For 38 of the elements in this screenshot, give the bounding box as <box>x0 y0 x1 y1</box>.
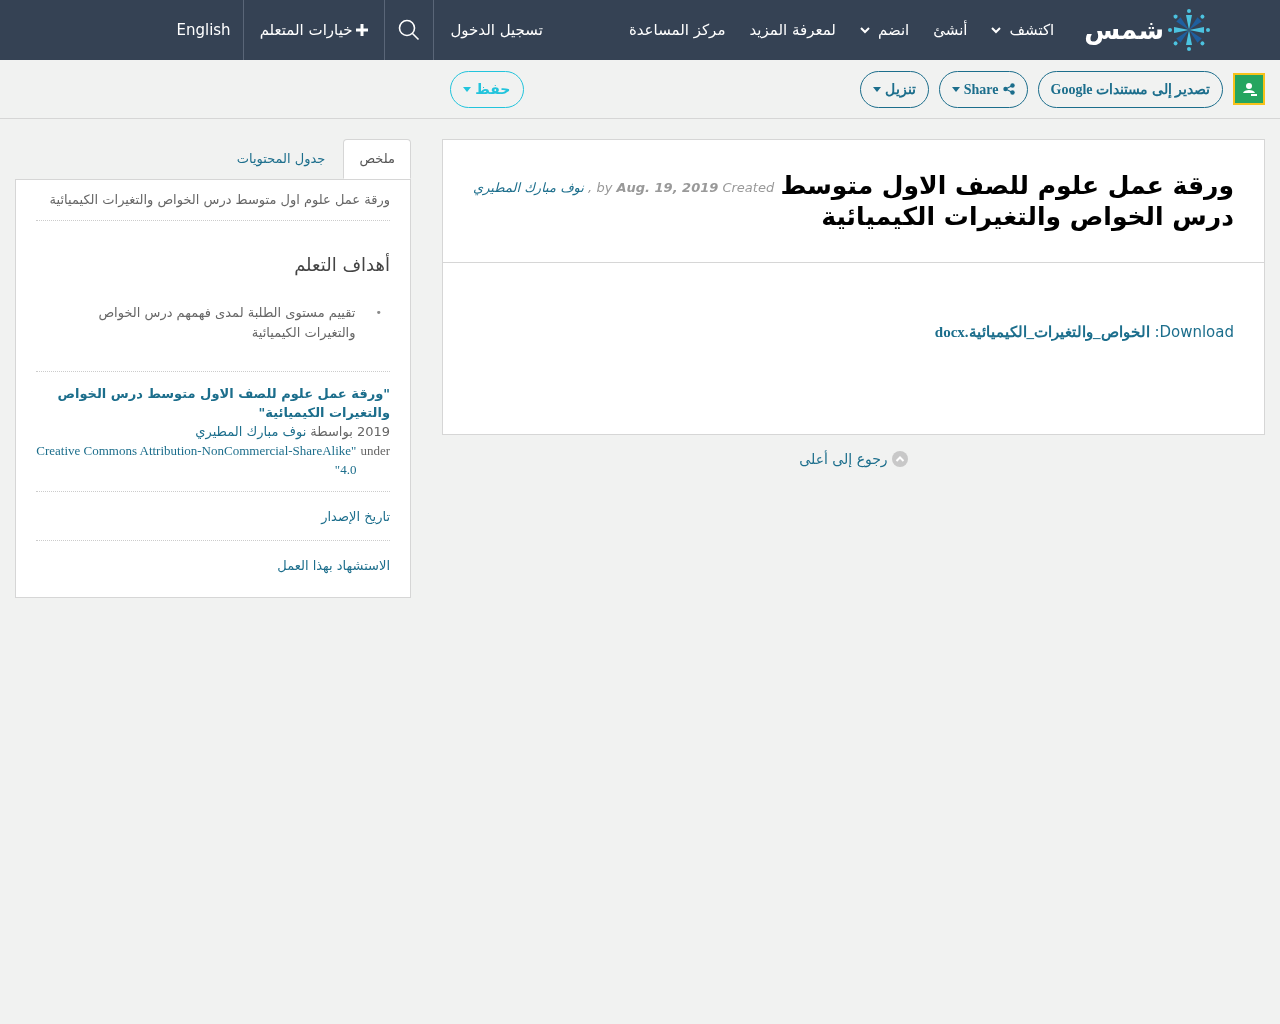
objectives-heading: أهداف التعلم <box>293 252 390 278</box>
attribution-author-link[interactable]: نوف مبارك المطيري <box>195 421 307 441</box>
sidebar-link[interactable]: الاستشهاد بهذا العمل <box>277 557 390 573</box>
learner-options-button[interactable]: خيارات المتعلم <box>242 0 385 60</box>
nav-link[interactable]: أنشئ <box>933 18 968 42</box>
search-button[interactable] <box>384 0 435 60</box>
nav-link[interactable]: انضم <box>859 18 910 42</box>
share-icon <box>1002 83 1015 95</box>
language-link[interactable]: English <box>164 0 243 60</box>
snowflake-logo-icon <box>1168 7 1210 53</box>
summary-text: ورقة عمل علوم اول متوسط درس الخواص والتغيرات الكيميائية <box>36 180 390 221</box>
chevron-up-circle-icon <box>891 451 908 467</box>
objective-item: تقييم مستوى الطلبة لمدى فهمهم درس الخواص والتغيرات الكيميائية <box>97 303 356 343</box>
nav-link[interactable]: لمعرفة المزيد <box>749 18 836 42</box>
search-icon <box>398 19 421 41</box>
back-to-top-link[interactable]: رجوع إلى أعلى <box>799 448 908 470</box>
plus-icon <box>356 24 369 36</box>
sidebar-tab[interactable]: ملخص <box>343 139 411 179</box>
chevron-down-icon <box>859 26 870 34</box>
caret-icon <box>951 86 960 92</box>
sidebar-tab[interactable]: جدول المحتويات <box>218 139 344 179</box>
classroom-icon[interactable] <box>1233 73 1265 105</box>
license-under-text: under <box>360 441 390 460</box>
site-logo-text[interactable]: شمس <box>1084 10 1164 50</box>
resource-title: ورقة عمل علوم للصف الاول متوسط درس الخواص والتغيرات الكيميائية <box>779 170 1234 232</box>
nav-link[interactable]: مركز المساعدة <box>628 18 726 42</box>
bullet-mark: • <box>375 304 382 321</box>
caret-icon <box>463 86 472 92</box>
author-link[interactable]: نوف مبارك المطيري <box>473 180 584 195</box>
chevron-down-icon <box>991 26 1002 34</box>
caret-icon <box>872 86 881 92</box>
sidebar-link[interactable]: تاريخ الإصدار <box>321 508 390 524</box>
download-file-link[interactable]: الخواص_والتغيرات_الكيميائية.docx <box>934 324 1150 340</box>
attribution-year-text: 2019 بواسطة <box>310 422 390 441</box>
login-link[interactable]: تسجيل الدخول <box>434 0 559 60</box>
nav-link[interactable]: اكتشف <box>991 18 1055 42</box>
attribution-title-link[interactable]: "ورقة عمل علوم للصف الاول متوسط درس الخواص والتغيرات الكيميائية" <box>36 383 390 422</box>
license-link[interactable]: "Creative Commons Attribution-NonCommercial-ShareAlike 4.0" <box>36 440 357 479</box>
